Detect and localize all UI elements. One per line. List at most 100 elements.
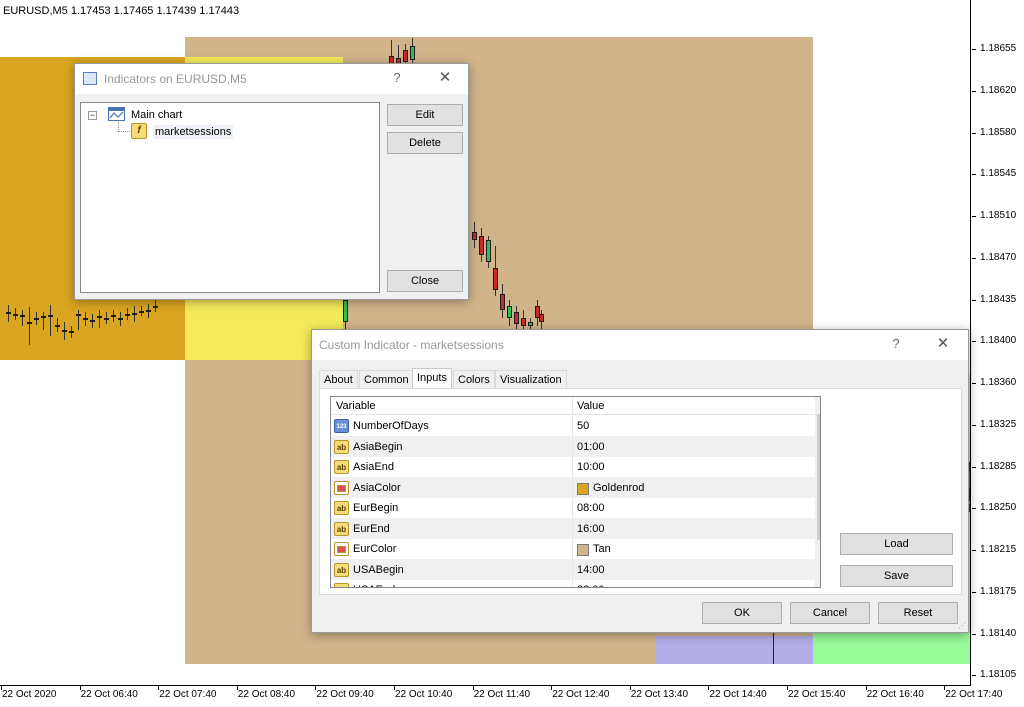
- candle-wick: [29, 307, 30, 345]
- price-axis[interactable]: 1.18655 1.18620 1.18580 1.18545 1.18510 1.184…: [972, 0, 1024, 686]
- value-cell[interactable]: 50: [577, 420, 589, 432]
- cell-separator: [572, 436, 573, 456]
- candle-body: [20, 315, 25, 317]
- tab-strip: About Common Inputs Colors Visualization: [319, 368, 959, 389]
- variable-cell: EurBegin: [353, 502, 399, 514]
- string-type-icon: ab: [334, 439, 349, 454]
- cell-separator: [572, 457, 573, 477]
- close-button[interactable]: Close: [387, 270, 463, 292]
- grid-row[interactable]: ab AsiaBegin 01:00: [331, 436, 817, 457]
- value-cell[interactable]: 16:00: [577, 523, 605, 535]
- cancel-button[interactable]: Cancel: [790, 602, 870, 624]
- value-cell[interactable]: 01:00: [577, 441, 605, 453]
- chart-icon: [108, 107, 125, 121]
- grid-row[interactable]: ab AsiaEnd 10:00: [331, 457, 817, 478]
- value-cell[interactable]: 08:00: [577, 502, 605, 514]
- scroll-down-icon[interactable]: ▼: [815, 571, 820, 587]
- color-value-text: Goldenrod: [593, 481, 645, 494]
- variable-cell: USABegin: [353, 563, 404, 576]
- value-cell[interactable]: 14:00: [577, 564, 605, 576]
- close-icon[interactable]: ✕: [434, 68, 456, 86]
- variable-cell: USAEnd: [353, 584, 395, 587]
- tab-visualization[interactable]: Visualization: [495, 370, 567, 389]
- candle-body: [62, 330, 67, 332]
- grid-row[interactable]: ab EurEnd 16:00: [331, 518, 817, 539]
- price-label: 1.18580: [980, 126, 1017, 138]
- time-label: 22 Oct 15:40: [788, 689, 846, 700]
- ok-button[interactable]: OK: [702, 602, 782, 624]
- grid-scrollbar[interactable]: ▲ ▼: [815, 397, 820, 587]
- tab-colors[interactable]: Colors: [453, 370, 495, 389]
- grid-row[interactable]: AsiaColor Goldenrod: [331, 477, 817, 498]
- inputs-grid[interactable]: Variable Value 123 NumberOfDays 50 ab AsiaBe…: [330, 396, 821, 588]
- price-tick: [972, 299, 976, 301]
- cell-separator: [572, 518, 573, 538]
- header-value[interactable]: Value: [577, 400, 604, 412]
- value-cell[interactable]: 10:00: [577, 461, 605, 473]
- price-tick: [972, 550, 976, 551]
- color-value-cell[interactable]: Tan: [577, 543, 611, 556]
- edit-button[interactable]: Edit: [387, 104, 463, 126]
- reset-button[interactable]: Reset: [878, 602, 958, 624]
- price-tick: [972, 341, 976, 343]
- price-label: 1.18400: [980, 335, 1017, 347]
- cell-separator: [572, 477, 573, 497]
- cell-separator: [572, 498, 573, 518]
- candle-body: [146, 310, 151, 312]
- color-value-cell[interactable]: Goldenrod: [577, 481, 645, 495]
- grid-row[interactable]: ab EurBegin 08:00: [331, 498, 817, 519]
- price-tick: [972, 633, 976, 635]
- string-type-icon: ab: [334, 521, 349, 536]
- collapse-icon[interactable]: −: [88, 111, 97, 120]
- header-variable[interactable]: Variable: [336, 400, 376, 412]
- tree-item-main-chart[interactable]: Main chart: [131, 109, 182, 121]
- grid-row[interactable]: 123 NumberOfDays 50: [331, 416, 817, 437]
- candle-body: [139, 311, 144, 313]
- price-tick: [972, 90, 976, 92]
- candle-body: [486, 240, 491, 262]
- save-button[interactable]: Save: [840, 565, 953, 587]
- candle-body: [479, 236, 484, 255]
- tab-common[interactable]: Common: [359, 370, 414, 389]
- time-label: 22 Oct 08:40: [237, 689, 296, 700]
- candle-body: [48, 315, 53, 317]
- price-label: 1.18250: [980, 502, 1017, 514]
- resize-grip-icon[interactable]: ⋰: [958, 621, 966, 630]
- time-label: 22 Oct 2020: [2, 689, 57, 700]
- time-axis[interactable]: 22 Oct 2020 22 Oct 06:40 22 Oct 07:40 22 Oc…: [0, 686, 1002, 707]
- custom-indicator-dialog: Custom Indicator - marketsessions ? ✕ Ab…: [311, 329, 969, 633]
- tree-item-marketsessions[interactable]: marketsessions: [153, 125, 234, 139]
- scroll-thumb[interactable]: [817, 414, 820, 540]
- time-label: 22 Oct 12:40: [552, 689, 610, 700]
- variable-cell: AsiaColor: [353, 481, 401, 494]
- value-cell[interactable]: 23:00: [577, 584, 605, 587]
- header-sep: [572, 397, 573, 415]
- tab-panel: Variable Value 123 NumberOfDays 50 ab AsiaBe…: [319, 388, 962, 595]
- delete-button[interactable]: Delete: [387, 132, 463, 154]
- help-icon[interactable]: ?: [387, 70, 407, 85]
- scroll-up-icon[interactable]: ▲: [815, 397, 820, 413]
- load-button[interactable]: Load: [840, 533, 953, 555]
- grid-row[interactable]: EurColor Tan: [331, 539, 817, 560]
- grid-row[interactable]: ab USABegin 14:00: [331, 559, 817, 580]
- variable-cell: EurColor: [353, 543, 397, 555]
- price-tick: [972, 174, 976, 176]
- variable-cell: NumberOfDays: [353, 420, 429, 432]
- indicators-tree[interactable]: − Main chart f marketsessions: [80, 102, 380, 293]
- price-label: 1.18285: [980, 460, 1017, 472]
- candle-body: [27, 322, 32, 324]
- string-type-icon: ab: [334, 460, 349, 474]
- time-label: 22 Oct 16:40: [866, 689, 924, 700]
- time-label: 22 Oct 06:40: [80, 689, 138, 700]
- tab-about[interactable]: About: [319, 370, 358, 389]
- tab-inputs[interactable]: Inputs: [412, 368, 452, 389]
- candle-body: [90, 320, 95, 322]
- price-tick: [972, 675, 976, 677]
- grid-row[interactable]: ab USAEnd 23:00: [331, 580, 817, 587]
- close-icon[interactable]: ✕: [932, 334, 954, 352]
- custom-dialog-titlebar[interactable]: Custom Indicator - marketsessions ? ✕: [312, 330, 968, 360]
- time-label: 22 Oct 17:40: [945, 689, 1003, 700]
- indicators-dialog-titlebar[interactable]: Indicators on EURUSD,M5 ? ✕: [75, 64, 468, 94]
- candle-body: [97, 316, 102, 318]
- help-icon[interactable]: ?: [886, 336, 906, 351]
